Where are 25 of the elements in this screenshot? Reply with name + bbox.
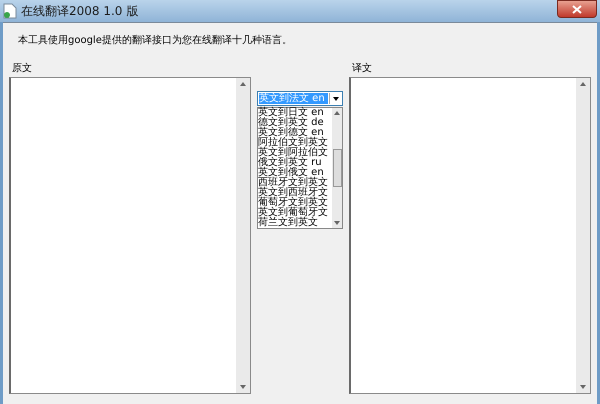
language-option[interactable]: 荷兰文到英文: [258, 218, 332, 228]
scrollbar[interactable]: [236, 78, 250, 393]
language-option[interactable]: 英文到葡萄牙文: [258, 208, 332, 218]
language-option[interactable]: 英文到德文 en: [258, 128, 332, 138]
scrollbar[interactable]: [576, 78, 590, 393]
document-icon: [3, 3, 17, 19]
language-option[interactable]: 德文到英文 de: [258, 118, 332, 128]
translation-label: 译文: [352, 62, 373, 76]
source-text-area[interactable]: [9, 77, 251, 394]
scrollbar[interactable]: [332, 108, 342, 228]
language-option[interactable]: 英文到日文 en: [258, 108, 332, 118]
language-option[interactable]: 英文到阿拉伯文: [258, 148, 332, 158]
close-button[interactable]: [557, 0, 597, 18]
language-option[interactable]: 西班牙文到英文: [258, 178, 332, 188]
language-option[interactable]: 英文到西班牙文: [258, 188, 332, 198]
intro-text: 本工具使用google提供的翻译接口为您在线翻译十几种语言。: [18, 34, 293, 48]
language-option[interactable]: 阿拉伯文到英文: [258, 138, 332, 148]
language-option[interactable]: 葡萄牙文到英文: [258, 198, 332, 208]
dropdown-value: 英文到法文 en: [259, 93, 328, 104]
language-option[interactable]: 俄文到英文 ru: [258, 158, 332, 168]
window-title: 在线翻译2008 1.0 版: [21, 2, 138, 20]
close-icon: [572, 4, 582, 14]
translation-text-area[interactable]: [349, 77, 591, 394]
language-option[interactable]: 英文到俄文 en: [258, 168, 332, 178]
source-label: 原文: [12, 62, 33, 76]
